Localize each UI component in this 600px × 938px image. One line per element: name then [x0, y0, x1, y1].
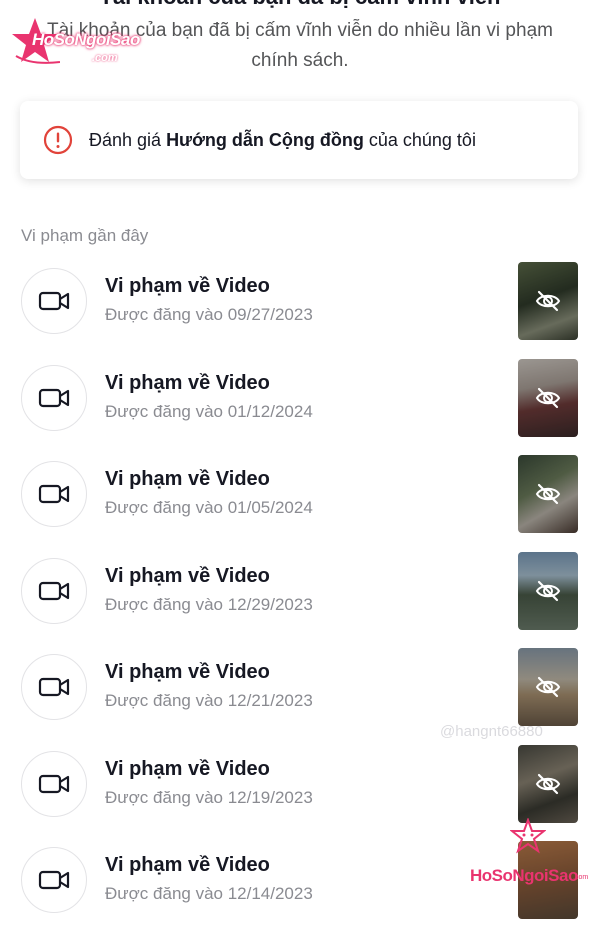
violation-title: Vi phạm về Video [105, 371, 270, 394]
community-guidelines-card[interactable]: Đánh giá Hướng dẫn Cộng đồng của chúng t… [20, 101, 578, 179]
violation-date: Được đăng vào 12/21/2023 [105, 691, 313, 710]
watermark-text: HoSoNgoiSao [32, 30, 140, 49]
video-camera-icon [21, 461, 87, 527]
eye-off-icon [535, 773, 561, 794]
eye-off-icon [535, 483, 561, 505]
eye-off-icon [535, 290, 561, 312]
video-camera-icon [21, 654, 87, 720]
star-logo-icon [510, 818, 546, 854]
violation-title: Vi phạm về Video [105, 564, 270, 587]
violation-date: Được đăng vào 12/29/2023 [105, 594, 313, 614]
video-thumbnail[interactable] [518, 648, 578, 726]
video-camera-icon [21, 268, 87, 334]
eye-off-icon [535, 387, 561, 408]
violation-item[interactable]: Vi phạm về Video Được đăng vào 01/05/202… [0, 455, 600, 552]
watermark-text: HoSoNgoiSao [470, 866, 578, 885]
video-thumbnail[interactable] [518, 455, 578, 533]
violation-title: Vi phạm về Video [105, 757, 270, 780]
violation-title: Vi phạm về Video [105, 468, 270, 490]
video-thumbnail[interactable] [518, 551, 578, 630]
violation-title: Vi phạm về Video [105, 661, 270, 683]
violation-date: Được đăng vào 12/14/2023 [105, 884, 313, 903]
watermark-logo: HoSoNgoiSao .com [10, 14, 142, 76]
watermark-domain: .com [92, 52, 118, 64]
guidelines-suffix: của chúng tôi [363, 129, 476, 150]
violation-item[interactable]: Vi phạm về Video Được đăng vào 12/29/202… [0, 551, 600, 649]
video-camera-icon [21, 847, 87, 913]
video-camera-icon [21, 557, 87, 624]
video-camera-icon [21, 364, 87, 431]
video-thumbnail[interactable] [518, 358, 578, 437]
eye-off-icon [535, 580, 561, 601]
violation-item[interactable]: Vi phạm về Video Được đăng vào 09/27/202… [0, 262, 600, 359]
guidelines-text: Đánh giá Hướng dẫn Cộng đồng của chúng t… [89, 130, 476, 151]
violation-title: Vi phạm về Video [105, 275, 270, 297]
watermark-logo-bottom: HoSoNgoiSao .com [470, 818, 595, 890]
guidelines-prefix: Đánh giá [89, 129, 167, 150]
video-thumbnail[interactable] [518, 744, 578, 823]
violation-date: Được đăng vào 01/05/2024 [105, 498, 313, 517]
video-thumbnail[interactable] [518, 262, 578, 340]
violation-date: Được đăng vào 12/19/2023 [105, 787, 313, 807]
section-title: Vi phạm gần đây [21, 226, 149, 245]
watermark-domain: .com [573, 874, 589, 881]
page-title: Tài khoản của bạn đã bị cấm vĩnh viễn [0, 0, 600, 10]
violation-date: Được đăng vào 09/27/2023 [105, 305, 313, 324]
violation-item[interactable]: Vi phạm về Video Được đăng vào 01/12/202… [0, 358, 600, 456]
violation-date: Được đăng vào 01/12/2024 [105, 401, 313, 421]
tiktok-watermark: @hangnt66880 [440, 723, 543, 740]
video-camera-icon [21, 750, 87, 817]
eye-off-icon [535, 676, 561, 698]
guidelines-link[interactable]: Hướng dẫn Cộng đồng [166, 130, 364, 150]
violation-title: Vi phạm về Video [105, 854, 270, 876]
exclamation-circle-icon [43, 125, 73, 155]
